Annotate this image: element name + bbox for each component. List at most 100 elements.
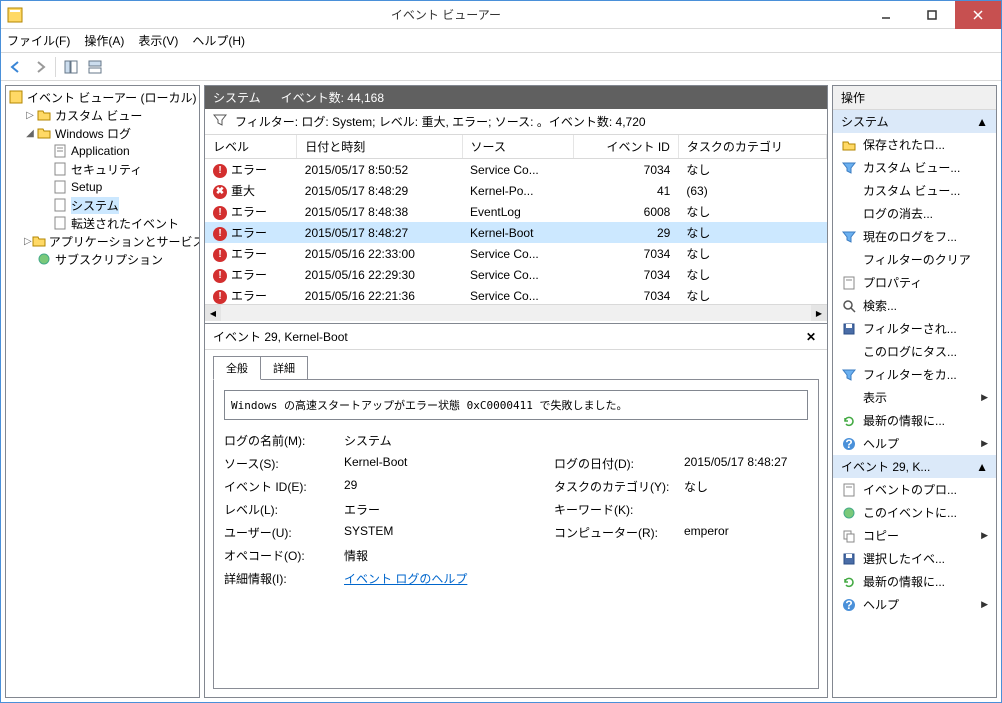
action-item[interactable]: カスタム ビュー... [833, 179, 996, 202]
tree-app-services[interactable]: ▷ アプリケーションとサービス ログ [24, 232, 197, 250]
column-header[interactable]: レベル [205, 135, 297, 159]
actions-section-system[interactable]: システム▲ [833, 110, 996, 133]
tree-root[interactable]: イベント ビューアー (ローカル) [8, 88, 197, 106]
actions-section-event[interactable]: イベント 29, K...▲ [833, 455, 996, 478]
action-item[interactable]: フィルターされ... [833, 317, 996, 340]
table-row[interactable]: !エラー2015/05/16 22:33:00Service Co...7034… [205, 243, 827, 264]
help-icon: ? [841, 436, 857, 452]
event-table[interactable]: レベル日付と時刻ソースイベント IDタスクのカテゴリ !エラー2015/05/1… [205, 135, 827, 305]
detail-view-button[interactable] [84, 56, 106, 78]
tab-details[interactable]: 詳細 [260, 356, 308, 380]
menu-action[interactable]: 操作(A) [84, 32, 124, 49]
detail-grid: ログの名前(M):システム ソース(S):Kernel-Boot ログの日付(D… [224, 432, 808, 587]
action-item[interactable]: ?ヘルプ▶ [833, 593, 996, 616]
tree-application[interactable]: Application [40, 142, 197, 160]
submenu-arrow-icon: ▶ [981, 599, 988, 610]
action-item[interactable]: 選択したイベ... [833, 547, 996, 570]
action-item[interactable]: カスタム ビュー... [833, 156, 996, 179]
filter-funnel-icon [841, 229, 857, 245]
menu-view[interactable]: 表示(V) [138, 32, 178, 49]
action-item[interactable]: ?ヘルプ▶ [833, 432, 996, 455]
table-row[interactable]: !エラー2015/05/16 22:29:30Service Co...7034… [205, 264, 827, 285]
actions-list[interactable]: システム▲ 保存されたロ...カスタム ビュー...カスタム ビュー...ログの… [833, 110, 996, 697]
filter-funnel-icon [841, 160, 857, 176]
tree-subscriptions[interactable]: サブスクリプション [24, 250, 197, 268]
event-log-help-link[interactable]: イベント ログのヘルプ [344, 572, 467, 586]
column-header[interactable]: 日付と時刻 [297, 135, 462, 159]
titlebar[interactable]: イベント ビューアー [1, 1, 1001, 29]
collapse-icon[interactable]: ▲ [976, 460, 988, 474]
error-icon: ! [213, 269, 227, 283]
table-row[interactable]: !エラー2015/05/17 8:48:27Kernel-Boot29なし [205, 222, 827, 243]
action-item[interactable]: フィルターをカ... [833, 363, 996, 386]
minimize-button[interactable] [863, 1, 909, 29]
action-item[interactable]: フィルターのクリア [833, 248, 996, 271]
svg-text:?: ? [845, 598, 852, 612]
table-row[interactable]: ✖重大2015/05/17 8:48:29Kernel-Po...41(63) [205, 180, 827, 201]
maximize-button[interactable] [909, 1, 955, 29]
scroll-right-button[interactable]: ▶ [811, 305, 827, 321]
action-label: フィルターのクリア [863, 251, 988, 268]
table-row[interactable]: !エラー2015/05/16 22:21:36Service Co...7034… [205, 285, 827, 305]
action-label: このイベントに... [863, 504, 988, 521]
action-item[interactable]: 保存されたロ... [833, 133, 996, 156]
action-item[interactable]: 表示▶ [833, 386, 996, 409]
menu-help[interactable]: ヘルプ(H) [192, 32, 245, 49]
tree-custom-views[interactable]: ▷ カスタム ビュー [24, 106, 197, 124]
action-item[interactable]: イベントのプロ... [833, 478, 996, 501]
action-item[interactable]: 最新の情報に... [833, 570, 996, 593]
forward-button[interactable] [29, 56, 51, 78]
expand-icon[interactable]: ▷ [24, 110, 36, 121]
blank-icon [841, 252, 857, 268]
table-row[interactable]: !エラー2015/05/17 8:50:52Service Co...7034な… [205, 159, 827, 181]
close-button[interactable] [955, 1, 1001, 29]
action-item[interactable]: 最新の情報に... [833, 409, 996, 432]
column-header[interactable]: イベント ID [573, 135, 678, 159]
tree-windows-log[interactable]: ◢ Windows ログ [24, 124, 197, 142]
value-source: Kernel-Boot [344, 455, 544, 472]
subscription-icon [36, 251, 52, 267]
value-task-cat: なし [684, 478, 808, 495]
copy-icon [841, 528, 857, 544]
action-item[interactable]: プロパティ [833, 271, 996, 294]
collapse-icon[interactable]: ▲ [976, 115, 988, 129]
save-icon [841, 321, 857, 337]
horizontal-scrollbar[interactable]: ◀ ▶ [205, 305, 827, 321]
tree-system[interactable]: システム [40, 196, 197, 214]
action-item[interactable]: 現在のログをフ... [833, 225, 996, 248]
scroll-left-button[interactable]: ◀ [205, 305, 221, 321]
center-pane: システム イベント数: 44,168 フィルター: ログ: System; レベ… [204, 85, 828, 698]
action-item[interactable]: 検索... [833, 294, 996, 317]
action-label: フィルターをカ... [863, 366, 988, 383]
expand-icon[interactable]: ▷ [24, 236, 32, 247]
submenu-arrow-icon: ▶ [981, 392, 988, 403]
action-item[interactable]: このイベントに... [833, 501, 996, 524]
tree-security[interactable]: セキュリティ [40, 160, 197, 178]
action-label: 最新の情報に... [863, 573, 988, 590]
blank-icon [841, 183, 857, 199]
folder-icon [36, 125, 52, 141]
tree-forwarded[interactable]: 転送されたイベント [40, 214, 197, 232]
detail-close-button[interactable]: ✕ [803, 329, 819, 345]
label-event-id: イベント ID(E): [224, 478, 334, 495]
funnel-icon [213, 113, 227, 130]
action-item[interactable]: コピー▶ [833, 524, 996, 547]
tab-general[interactable]: 全般 [213, 356, 261, 380]
center-header: システム イベント数: 44,168 [205, 86, 827, 109]
value-opcode: 情報 [344, 547, 544, 564]
tree-setup[interactable]: Setup [40, 178, 197, 196]
column-header[interactable]: ソース [462, 135, 573, 159]
action-item[interactable]: このログにタス... [833, 340, 996, 363]
task-icon [841, 505, 857, 521]
content-area: イベント ビューアー (ローカル) ▷ カスタム ビュー ◢ Windows ロ… [1, 81, 1001, 702]
tree-pane[interactable]: イベント ビューアー (ローカル) ▷ カスタム ビュー ◢ Windows ロ… [5, 85, 200, 698]
toolbar [1, 53, 1001, 81]
column-header[interactable]: タスクのカテゴリ [678, 135, 826, 159]
action-item[interactable]: ログの消去... [833, 202, 996, 225]
value-user: SYSTEM [344, 524, 544, 541]
menu-file[interactable]: ファイル(F) [7, 32, 70, 49]
show-hide-tree-button[interactable] [60, 56, 82, 78]
table-row[interactable]: !エラー2015/05/17 8:48:38EventLog6008なし [205, 201, 827, 222]
back-button[interactable] [5, 56, 27, 78]
collapse-icon[interactable]: ◢ [24, 128, 36, 139]
